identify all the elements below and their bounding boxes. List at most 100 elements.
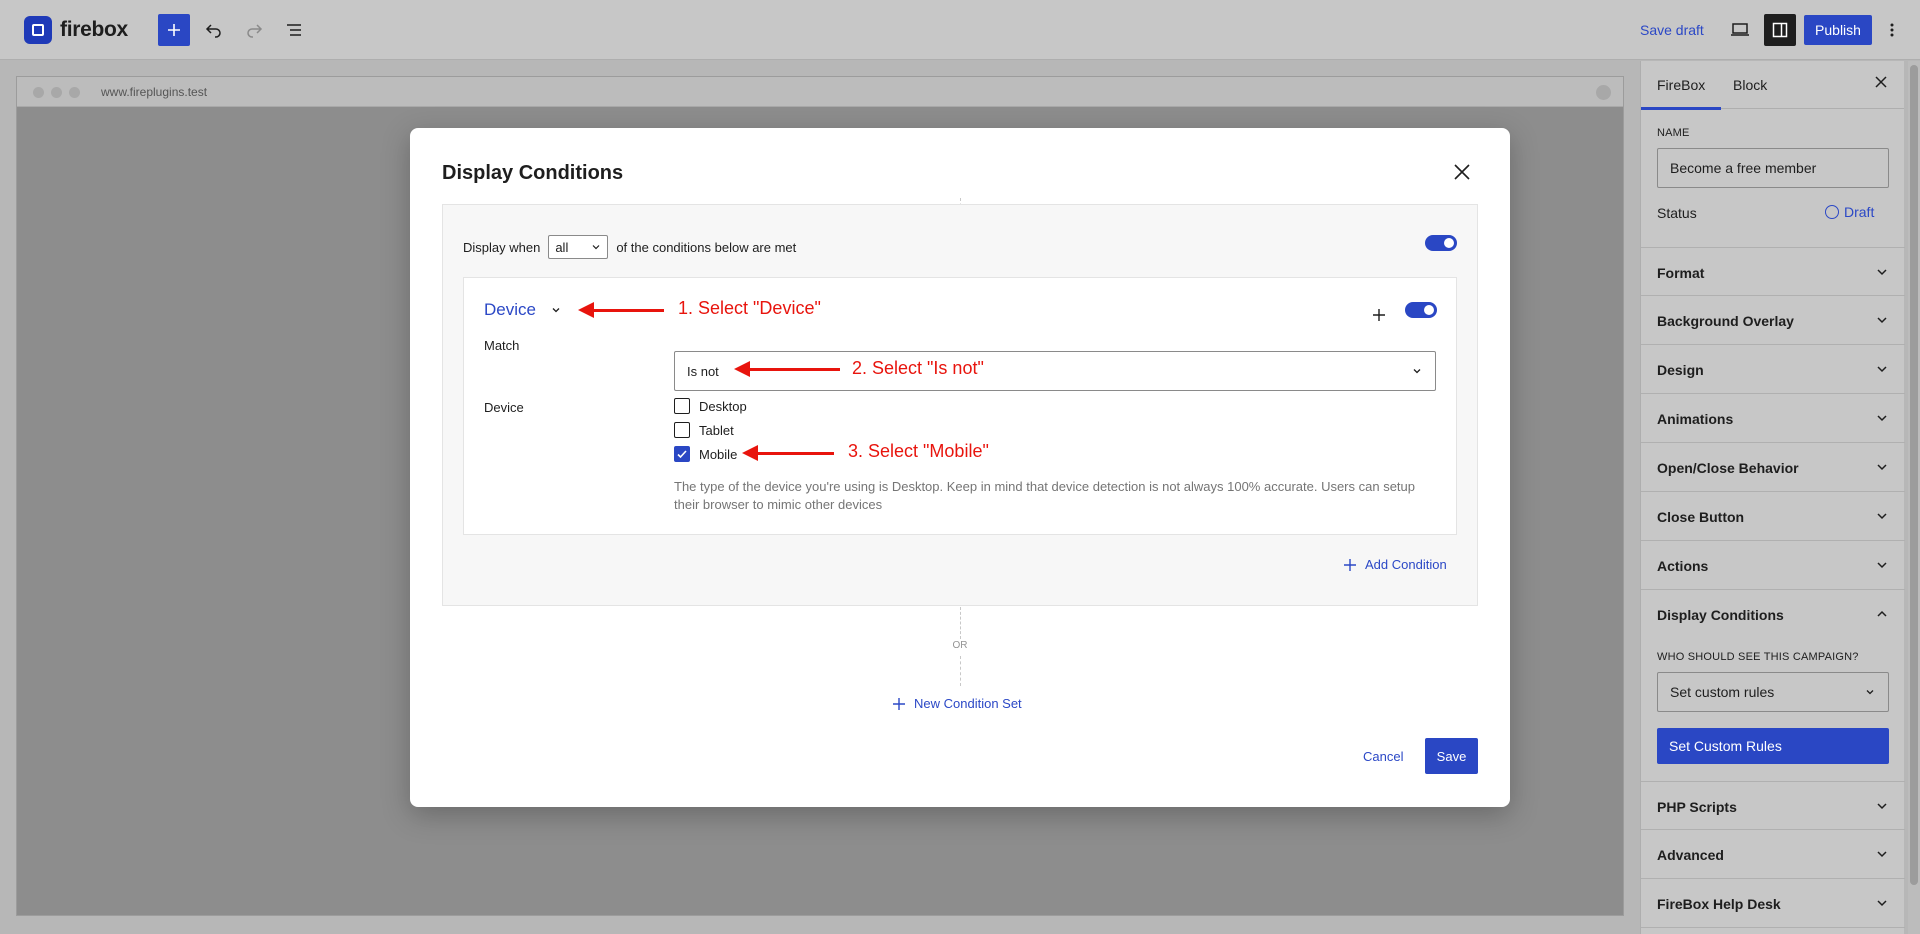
match-operator-value: Is not [687,363,719,379]
panel-title: Actions [1657,558,1709,574]
device-help-text: The type of the device you're using is D… [674,479,1415,512]
preview-button[interactable] [1724,14,1756,46]
condition-set-toggle[interactable] [1425,235,1457,251]
panel-title: Close Button [1657,509,1745,525]
new-condition-set-button[interactable]: New Condition Set [892,696,1022,711]
status-draft-button[interactable]: Draft [1825,204,1874,220]
list-view-icon [287,24,301,36]
annotation-arrow-icon [742,445,834,461]
modal-title: Display Conditions [442,162,624,184]
save-button[interactable]: Save [1425,738,1478,774]
condition-toggle[interactable] [1405,302,1437,318]
device-option-label: Tablet [699,422,734,438]
document-overview-button[interactable] [278,14,310,46]
audience-select[interactable]: Set custom rules [1657,672,1889,712]
set-custom-rules-button[interactable]: Set Custom Rules [1657,728,1889,764]
panel-actions[interactable]: Actions [1641,541,1905,590]
device-label: Device [484,400,524,415]
name-label: NAME [1657,127,1690,139]
or-separator: OR [952,640,968,651]
firebox-logo[interactable]: firebox [24,16,128,44]
display-when-suffix: of the conditions below are met [616,239,797,255]
chevron-down-icon [552,308,560,313]
condition-type-value: Device [484,300,536,319]
chevron-down-icon [1877,900,1887,907]
chevron-down-icon [1877,513,1887,520]
condition-type-select[interactable]: Device [484,300,562,320]
publish-button[interactable]: Publish [1804,15,1872,45]
name-input[interactable]: Become a free member [1657,148,1889,188]
panel-display-conditions[interactable]: Display Conditions [1641,590,1905,639]
plus-icon [1344,558,1356,571]
annotation-step-1: 1. Select "Device" [678,298,821,318]
options-button[interactable] [1880,14,1904,46]
panel-advanced[interactable]: Advanced [1641,830,1905,879]
tab-firebox[interactable]: FireBox [1640,77,1722,110]
canvas-url: www.fireplugins.test [101,85,208,99]
panel-title: FireBox Help Desk [1657,896,1781,912]
chevron-down-icon [1877,415,1887,422]
chevron-down-icon [1877,464,1887,471]
modal-close-button[interactable] [1450,160,1474,184]
add-condition-button[interactable]: Add Condition [1343,557,1447,572]
redo-button[interactable] [238,14,270,46]
annotation-step-3: 3. Select "Mobile" [848,441,989,461]
panel-background-overlay[interactable]: Background Overlay [1641,296,1905,345]
device-option-tablet[interactable]: Tablet [674,422,734,438]
match-label: Match [484,338,520,353]
panel-design[interactable]: Design [1641,345,1905,394]
device-option-mobile[interactable]: Mobile [674,446,737,462]
panel-open-close-behavior[interactable]: Open/Close Behavior [1641,443,1905,492]
panel-php-scripts[interactable]: PHP Scripts [1641,781,1905,830]
window-dot-icon [33,87,44,98]
checkbox[interactable] [674,398,690,414]
device-option-label: Mobile [699,446,738,462]
match-all-value: all [555,239,569,255]
display-when-row: Display when all of the conditions below… [463,235,796,259]
match-all-select[interactable]: all [548,235,609,259]
undo-button[interactable] [198,14,230,46]
chevron-down-icon [1866,690,1874,695]
panel-title: Animations [1657,411,1734,427]
annotation-step-2: 2. Select "Is not" [852,358,984,378]
scrollbar-thumb[interactable] [1910,65,1918,885]
panel-animations[interactable]: Animations [1641,394,1905,443]
logo-text: firebox [60,18,128,41]
settings-sidebar-toggle[interactable] [1764,14,1796,46]
annotation-arrow-icon [734,361,840,377]
close-icon [1875,76,1887,88]
plus-icon [893,697,905,710]
cancel-button[interactable]: Cancel [1363,749,1403,764]
chevron-down-icon [1877,851,1887,858]
panel-title: Background Overlay [1657,313,1794,329]
chevron-down-icon [1877,803,1887,810]
settings-sidebar: FireBox Block NAME Become a free member … [1640,61,1905,934]
chevron-down-icon [1877,269,1887,276]
add-condition-icon-button[interactable] [1372,308,1386,322]
panel-title: Advanced [1657,847,1724,863]
status-label: Status [1657,205,1697,221]
close-icon [1454,164,1470,180]
panel-title: Design [1657,362,1704,378]
panel-title: Open/Close Behavior [1657,460,1799,476]
panel-format[interactable]: Format [1641,247,1905,296]
panel-firebox-help-desk[interactable]: FireBox Help Desk [1641,879,1905,928]
chevron-down-icon [1877,317,1887,324]
match-operator-select[interactable]: Is not [674,351,1436,391]
chevron-up-icon [1877,610,1887,617]
sidebar-scrollbar[interactable] [1908,61,1920,934]
plus-icon [168,24,180,36]
device-option-desktop[interactable]: Desktop [674,398,747,414]
sidebar-close-button[interactable] [1874,75,1888,89]
panel-title: PHP Scripts [1657,799,1737,815]
checkbox[interactable] [674,422,690,438]
sidebar-tabs: FireBox Block [1640,61,1904,110]
save-draft-button[interactable]: Save draft [1640,22,1704,38]
add-block-button[interactable] [158,14,190,46]
panel-close-button[interactable]: Close Button [1641,492,1905,541]
tab-block[interactable]: Block [1733,77,1767,93]
chevron-down-icon [592,245,600,250]
window-dot-icon [51,87,62,98]
checkbox-checked[interactable] [674,446,690,462]
panel-title: Format [1657,265,1705,281]
